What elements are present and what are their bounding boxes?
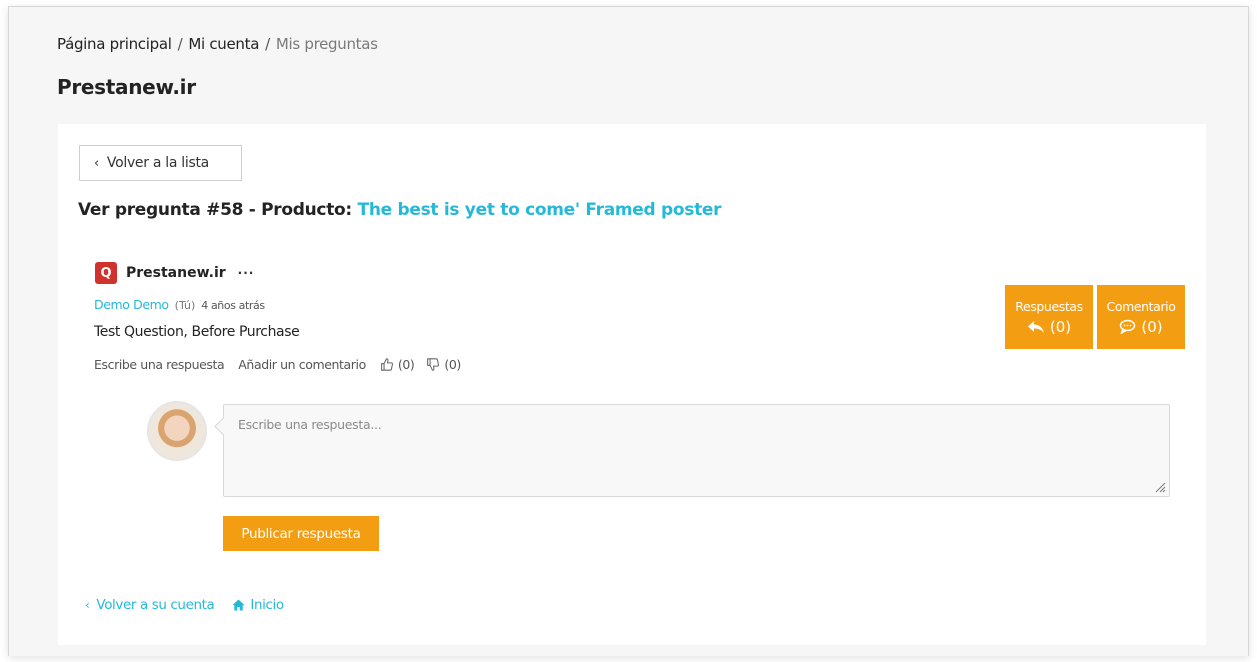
reply-textarea[interactable]: Escribe una respuesta... xyxy=(223,404,1170,497)
home-icon xyxy=(232,599,245,611)
product-link[interactable]: The best is yet to come' Framed poster xyxy=(358,200,722,220)
write-reply-link[interactable]: Escribe una respuesta xyxy=(94,357,225,372)
breadcrumb: Página principal / Mi cuenta / Mis preguntas xyxy=(57,35,378,53)
question-text: Test Question, Before Purchase xyxy=(94,324,300,340)
author-row: Q Prestanew.ir ··· xyxy=(95,262,254,284)
question-user[interactable]: Demo Demo xyxy=(94,297,169,312)
avatar xyxy=(147,401,207,461)
question-heading: Ver pregunta #58 - Producto: The best is… xyxy=(78,200,722,220)
back-to-list-button[interactable]: ‹ Volver a la lista xyxy=(79,145,242,181)
home-label: Inicio xyxy=(250,597,284,613)
dislike-count: (0) xyxy=(444,357,461,372)
breadcrumb-current: Mis preguntas xyxy=(275,35,378,53)
dislike-button[interactable]: (0) xyxy=(426,357,461,372)
comments-button[interactable]: Comentario (0) xyxy=(1097,285,1185,349)
page-frame: Página principal / Mi cuenta / Mis preguntas… xyxy=(8,6,1249,656)
shop-logo-icon: Q xyxy=(95,262,117,284)
replies-label: Respuestas xyxy=(1015,298,1083,314)
question-heading-prefix: Ver pregunta #58 - Producto: xyxy=(78,200,358,220)
breadcrumb-separator: / xyxy=(177,35,183,53)
footer-links: ‹ Volver a su cuenta Inicio xyxy=(85,597,302,613)
comment-icon xyxy=(1120,319,1136,334)
question-card: ‹ Volver a la lista Ver pregunta #58 - P… xyxy=(58,124,1206,645)
comments-label: Comentario xyxy=(1106,298,1176,314)
like-button[interactable]: (0) xyxy=(380,357,415,372)
resize-grip-icon[interactable] xyxy=(1154,481,1166,493)
publish-reply-button[interactable]: Publicar respuesta xyxy=(223,516,379,551)
page-title: Prestanew.ir xyxy=(57,75,196,99)
reply-icon xyxy=(1027,320,1044,333)
question-meta: Demo Demo (Tú) 4 años atrás xyxy=(94,297,265,312)
like-count: (0) xyxy=(397,357,415,372)
home-link[interactable]: Inicio xyxy=(232,597,284,613)
breadcrumb-account[interactable]: Mi cuenta xyxy=(188,35,259,53)
replies-button[interactable]: Respuestas (0) xyxy=(1005,285,1093,349)
reply-placeholder: Escribe una respuesta... xyxy=(238,417,382,432)
you-tag: (Tú) xyxy=(174,299,196,312)
chevron-left-icon: ‹ xyxy=(85,598,90,612)
back-to-account-label: Volver a su cuenta xyxy=(96,597,215,613)
author-name: Prestanew.ir xyxy=(126,265,226,281)
comments-count: (0) xyxy=(1141,317,1163,336)
time-ago: 4 años atrás xyxy=(201,299,265,312)
chevron-left-icon: ‹ xyxy=(94,155,99,171)
breadcrumb-home[interactable]: Página principal xyxy=(57,35,172,53)
question-actions: Escribe una respuesta Añadir un comentar… xyxy=(94,357,473,372)
replies-count: (0) xyxy=(1049,317,1072,336)
back-to-list-label: Volver a la lista xyxy=(106,155,209,171)
breadcrumb-separator: / xyxy=(265,35,270,53)
thumbs-up-icon xyxy=(380,358,393,371)
more-options-icon[interactable]: ··· xyxy=(238,266,255,280)
thumbs-down-icon xyxy=(427,358,440,371)
add-comment-link[interactable]: Añadir un comentario xyxy=(238,357,366,372)
back-to-account-link[interactable]: ‹ Volver a su cuenta xyxy=(85,597,215,613)
